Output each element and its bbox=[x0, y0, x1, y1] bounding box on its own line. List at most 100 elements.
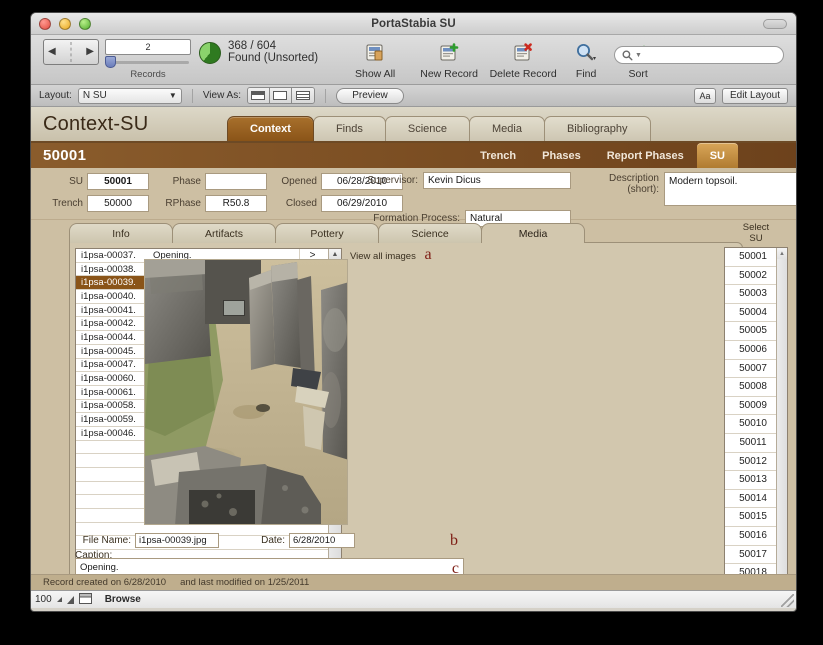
select-su-item[interactable]: 50005 bbox=[725, 322, 776, 341]
desktop-background: PortaStabia SU ◀ ▶ 2 Records 368 / 604 F… bbox=[0, 0, 823, 645]
delete-record-label: Delete Record bbox=[489, 68, 557, 80]
window-title-bar[interactable]: PortaStabia SU bbox=[31, 13, 796, 35]
select-su-item[interactable]: 50011 bbox=[725, 434, 776, 453]
select-su-item[interactable]: 50014 bbox=[725, 490, 776, 509]
select-su-item[interactable]: 50017 bbox=[725, 546, 776, 565]
content-tab-artifacts[interactable]: Artifacts bbox=[172, 223, 276, 243]
content-tab-media[interactable]: Media bbox=[481, 223, 585, 243]
media-preview-image[interactable] bbox=[144, 259, 348, 525]
select-su-item[interactable]: 50016 bbox=[725, 527, 776, 546]
record-number-input[interactable]: 2 bbox=[105, 39, 191, 55]
select-su-scrollbar[interactable]: ▲ ▼ bbox=[776, 248, 787, 588]
content-tab-science[interactable]: Science bbox=[378, 223, 482, 243]
layout-select-value: N SU bbox=[82, 90, 107, 101]
view-as-segmented-control[interactable] bbox=[246, 87, 315, 104]
delete-record-button[interactable]: Delete Record bbox=[486, 40, 560, 80]
record-created-text: Record created on 6/28/2010 bbox=[43, 577, 167, 588]
content-area: Info Artifacts Pottery Science Media i1p… bbox=[31, 220, 796, 590]
record-slider[interactable] bbox=[105, 56, 191, 68]
page-title: Context-SU bbox=[43, 113, 149, 135]
description-value[interactable]: Modern topsoil. bbox=[664, 172, 796, 206]
next-record-icon[interactable]: ▶ bbox=[86, 47, 94, 57]
preview-button[interactable]: Preview bbox=[335, 87, 404, 104]
subtab-report-phases[interactable]: Report Phases bbox=[594, 143, 697, 168]
find-label: Find bbox=[575, 68, 597, 80]
tab-context[interactable]: Context bbox=[227, 116, 314, 141]
status-area-toggle-icon[interactable] bbox=[78, 592, 92, 607]
tab-media[interactable]: Media bbox=[469, 116, 545, 141]
content-tab-label: Artifacts bbox=[205, 227, 243, 240]
main-tab-bar: Context Finds Science Media Bibliography bbox=[227, 116, 651, 141]
subtab-phases[interactable]: Phases bbox=[529, 143, 594, 168]
select-su-item[interactable]: 50002 bbox=[725, 267, 776, 286]
select-su-label-line1: Select bbox=[742, 222, 770, 233]
select-su-item[interactable]: 50009 bbox=[725, 397, 776, 416]
supervisor-value[interactable]: Kevin Dicus bbox=[423, 172, 571, 189]
layout-bar-right-buttons: Aa Edit Layout bbox=[694, 87, 788, 104]
su-field-value[interactable]: 50001 bbox=[87, 173, 149, 190]
media-file-name: i1psa-00058. bbox=[81, 400, 136, 412]
find-button[interactable]: Find bbox=[560, 40, 612, 80]
file-name-value[interactable]: i1psa-00039.jpg bbox=[135, 533, 219, 548]
select-su-item[interactable]: 50001 bbox=[725, 248, 776, 267]
phase-field-value[interactable] bbox=[205, 173, 267, 190]
record-book-control[interactable]: ◀ ▶ bbox=[43, 39, 99, 65]
select-su-item[interactable]: 50007 bbox=[725, 360, 776, 379]
date-value[interactable]: 6/28/2010 bbox=[289, 533, 355, 548]
view-as-table-button[interactable] bbox=[291, 88, 314, 103]
subtab-label: Trench bbox=[480, 149, 517, 162]
subtab-su[interactable]: SU bbox=[696, 143, 738, 168]
content-tab-info[interactable]: Info bbox=[69, 223, 173, 243]
trench-field-value[interactable]: 50000 bbox=[87, 195, 149, 212]
toolbar-toggle-button[interactable] bbox=[763, 19, 787, 29]
view-all-images-link[interactable]: View all images a bbox=[350, 246, 432, 264]
select-su-item[interactable]: 50013 bbox=[725, 471, 776, 490]
media-file-name: i1psa-00059. bbox=[81, 414, 136, 426]
previous-record-icon[interactable]: ◀ bbox=[48, 47, 56, 57]
slider-knob[interactable] bbox=[105, 56, 116, 68]
tab-label: Context bbox=[250, 123, 291, 135]
view-as-form-button[interactable] bbox=[247, 88, 270, 103]
su-number: 50001 bbox=[43, 147, 87, 164]
date-label: Date: bbox=[261, 535, 285, 546]
subtab-trench[interactable]: Trench bbox=[467, 143, 529, 168]
zoom-in-icon[interactable] bbox=[66, 595, 74, 604]
select-su-item[interactable]: 50012 bbox=[725, 453, 776, 472]
tab-bibliography[interactable]: Bibliography bbox=[543, 116, 651, 141]
content-tab-pottery[interactable]: Pottery bbox=[275, 223, 379, 243]
edit-layout-button[interactable]: Edit Layout bbox=[722, 87, 788, 104]
phase-field-label: Phase bbox=[172, 176, 201, 187]
select-su-item[interactable]: 50015 bbox=[725, 508, 776, 527]
new-record-icon bbox=[438, 40, 460, 66]
select-su-item[interactable]: 50006 bbox=[725, 341, 776, 360]
field-row-su: SU 50001 Phase Opened 06/28/2010 bbox=[39, 172, 403, 191]
closed-field-label: Closed bbox=[285, 198, 317, 209]
layout-select[interactable]: N SU ▼ bbox=[77, 87, 182, 104]
tab-finds[interactable]: Finds bbox=[312, 116, 386, 141]
view-as-list-button[interactable] bbox=[269, 88, 292, 103]
mode-label[interactable]: Browse bbox=[105, 594, 141, 605]
select-su-item[interactable]: 50003 bbox=[725, 285, 776, 304]
select-su-item[interactable]: 50004 bbox=[725, 304, 776, 323]
scroll-up-icon[interactable]: ▲ bbox=[777, 248, 787, 259]
zoom-level[interactable]: 100 bbox=[35, 594, 52, 605]
search-input[interactable]: ▼ bbox=[614, 46, 784, 64]
new-record-button[interactable]: New Record bbox=[412, 40, 486, 80]
select-su-item[interactable]: 50010 bbox=[725, 415, 776, 434]
view-image-link[interactable]: b bbox=[450, 532, 462, 550]
su-sub-tab-bar: Trench Phases Report Phases SU bbox=[467, 143, 738, 168]
text-size-button[interactable]: Aa bbox=[694, 87, 716, 104]
select-su-list[interactable]: 50001 50002 50003 50004 50005 50006 50007 50008… bbox=[724, 247, 788, 590]
content-tab-bar: Info Artifacts Pottery Science Media bbox=[69, 223, 585, 243]
tab-science[interactable]: Science bbox=[384, 116, 470, 141]
rphase-field-value[interactable]: R50.8 bbox=[205, 195, 267, 212]
resize-grip-icon[interactable] bbox=[781, 594, 794, 607]
find-icon bbox=[574, 40, 598, 66]
field-row-supervisor: Supervisor: Kevin Dicus Description (sho… bbox=[356, 172, 796, 206]
show-all-button[interactable]: Show All bbox=[338, 40, 412, 80]
zoom-out-icon[interactable] bbox=[56, 597, 62, 602]
divider bbox=[324, 88, 326, 103]
select-su-item[interactable]: 50008 bbox=[725, 378, 776, 397]
search-chevron-down-icon[interactable]: ▼ bbox=[635, 52, 642, 59]
media-file-name: i1psa-00060. bbox=[81, 373, 136, 385]
